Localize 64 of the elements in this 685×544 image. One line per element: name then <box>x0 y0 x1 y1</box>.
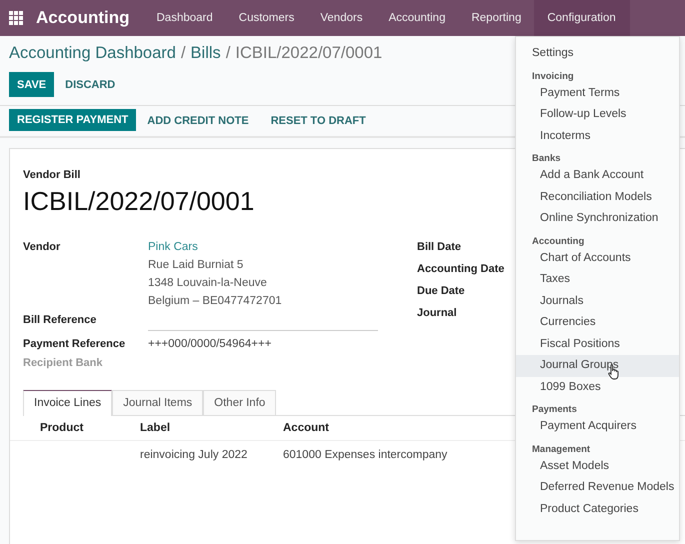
menu-section-header: Management <box>531 442 592 456</box>
breadcrumb-separator: / <box>180 44 186 63</box>
field-label: Due Date <box>417 285 466 297</box>
document-type: Vendor Bill <box>23 169 80 181</box>
dropdown-item[interactable]: Follow-up Levels <box>516 104 679 126</box>
action-button[interactable]: RESET TO DRAFT <box>260 109 377 133</box>
address-line: Rue Laid Burniat 5 <box>148 259 244 271</box>
action-button[interactable]: ADD CREDIT NOTE <box>136 109 260 133</box>
dropdown-item[interactable]: Deferred Revenue Models <box>516 477 679 498</box>
vendor-link[interactable]: Pink Cars <box>148 241 378 253</box>
column-header: Account <box>283 422 330 434</box>
menu-item[interactable]: Customers <box>226 0 308 36</box>
menu-item[interactable]: Dashboard <box>144 0 226 36</box>
apps-grid-icon[interactable] <box>9 11 23 25</box>
breadcrumb-link[interactable]: Accounting Dashboard <box>9 44 176 63</box>
menu-section-header: Payments <box>531 403 578 416</box>
dropdown-item[interactable]: Currencies <box>516 312 679 334</box>
field-label: Recipient Bank <box>23 357 104 369</box>
dropdown-item[interactable]: Reconciliation Models <box>516 186 679 208</box>
table-cell-text: 601000 Expenses intercompany <box>283 449 448 461</box>
tab[interactable]: Journal Items <box>112 390 204 415</box>
dropdown-item[interactable]: Taxes <box>516 269 679 290</box>
field-value[interactable]: +++000/0000/54964+++ <box>148 338 378 350</box>
breadcrumb-separator: / <box>226 44 230 63</box>
column-header: Product <box>39 422 84 434</box>
address-line: 1348 Louvain-la-Neuve <box>148 277 268 289</box>
field-label: Vendor <box>23 241 62 255</box>
field-label: Payment Reference <box>23 338 126 350</box>
app-name[interactable]: Accounting <box>36 8 130 28</box>
menu-section-header: Banks <box>531 152 562 165</box>
dropdown-item[interactable]: Journal Groups <box>516 355 679 376</box>
field-label: Journal <box>417 307 458 319</box>
save-button[interactable]: SAVE <box>9 72 54 97</box>
dropdown-item[interactable]: Asset Models <box>516 456 679 477</box>
menu-section-header: Invoicing <box>531 70 575 82</box>
dropdown-item[interactable]: Fiscal Positions <box>516 334 679 355</box>
dropdown-item[interactable]: Add a Bank Account <box>516 165 679 186</box>
breadcrumb-current: ICBIL/2022/07/0001 <box>235 44 382 63</box>
action-button[interactable]: REGISTER PAYMENT <box>9 109 136 131</box>
discard-button[interactable]: DISCARD <box>54 72 126 97</box>
column-header: Label <box>140 422 172 434</box>
dropdown-item[interactable]: Settings <box>516 43 679 64</box>
dropdown-item[interactable]: Online Synchronization <box>516 208 679 230</box>
field-label: Bill Date <box>417 241 462 253</box>
dropdown-item[interactable]: Product Categories <box>516 498 679 520</box>
menu-item[interactable]: Configuration <box>534 0 630 36</box>
menu-item[interactable]: Vendors <box>307 0 376 36</box>
dropdown-item[interactable]: Incoterms <box>516 126 679 147</box>
field-label: Accounting Date <box>417 263 504 275</box>
tab[interactable]: Other Info <box>203 390 276 415</box>
menu-section-header: Accounting <box>531 234 586 248</box>
document-number: ICBIL/2022/07/0001 <box>23 186 254 217</box>
dropdown-item[interactable]: Payment Terms <box>516 82 679 104</box>
menu-item[interactable]: Accounting <box>376 0 458 36</box>
menu-item[interactable]: Reporting <box>458 0 534 36</box>
dropdown-item[interactable]: Chart of Accounts <box>516 248 679 269</box>
field-label: Bill Reference <box>23 314 98 328</box>
dropdown-item[interactable]: Journals <box>516 290 679 312</box>
breadcrumb-link[interactable]: Bills <box>190 44 221 63</box>
address-line: Belgium – BE0477472701 <box>148 295 283 307</box>
table-cell-text: reinvoicing July 2022 <box>140 449 248 461</box>
dropdown-item[interactable]: Payment Acquirers <box>516 416 679 438</box>
dropdown-item[interactable]: 1099 Boxes <box>516 376 679 398</box>
tab[interactable]: Invoice Lines <box>23 390 112 416</box>
